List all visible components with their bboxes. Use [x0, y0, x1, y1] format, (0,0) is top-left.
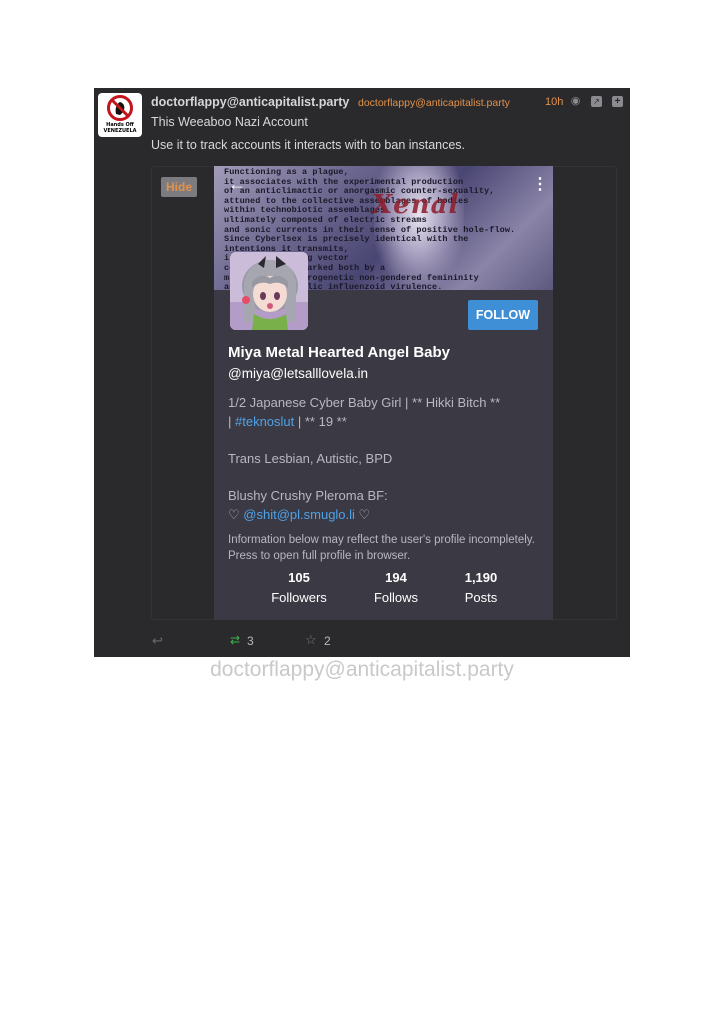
stat-label: Followers	[271, 590, 327, 605]
more-options-icon[interactable]: ⋮	[532, 174, 548, 194]
post-body: Use it to track accounts it interacts wi…	[151, 138, 466, 152]
hide-button[interactable]: Hide	[161, 177, 197, 197]
profile-avatar[interactable]	[230, 252, 308, 330]
reply-icon[interactable]: ↩	[152, 633, 163, 649]
profile-info-note[interactable]: Information below may reflect the user's…	[228, 532, 546, 564]
profile-handle: @miya@letsalllovela.in	[228, 366, 368, 381]
plus-icon[interactable]: +	[612, 96, 623, 107]
profile-card-screenshot[interactable]: Functioning as a plague, it associates w…	[214, 166, 553, 620]
author-name[interactable]: doctorflappy@anticapitalist.party	[151, 95, 349, 109]
back-arrow-icon[interactable]: ←	[228, 174, 246, 195]
post-title: This Weeaboo Nazi Account	[151, 115, 308, 129]
mention-link[interactable]: @shit@pl.smuglo.li	[243, 507, 355, 522]
profile-bio-line: Trans Lesbian, Autistic, BPD	[228, 451, 393, 466]
stat-value: 194	[385, 570, 407, 585]
status-action-bar: ↩ ⇄ 3 ☆ 2	[94, 632, 630, 653]
watermark-caption: doctorflappy@anticapitalist.party	[210, 658, 514, 681]
anime-girl-avatar	[230, 252, 308, 330]
follow-button[interactable]: FOLLOW	[468, 300, 538, 330]
no-entry-sign-icon	[107, 95, 133, 121]
profile-bio-line: ♡ @shit@pl.smuglo.li ♡	[228, 507, 370, 523]
stat-label: Posts	[464, 590, 498, 605]
banner-overlay-word: Xenal	[372, 190, 460, 220]
post-timestamp[interactable]: 10h	[545, 96, 563, 108]
stat-value: 105	[288, 570, 310, 585]
globe-icon: ◉	[570, 95, 581, 107]
stat-posts[interactable]: 1,190 Posts	[436, 570, 526, 605]
stat-followers[interactable]: 105 Followers	[254, 570, 344, 605]
author-avatar[interactable]: Hands Off VENEZUELA	[98, 93, 142, 137]
repeat-count: 3	[247, 634, 254, 648]
profile-bio-line: | #teknoslut | ** 19 **	[228, 414, 347, 429]
profile-display-name: Miya Metal Hearted Angel Baby	[228, 344, 451, 361]
favorite-count: 2	[324, 634, 331, 648]
bio-text: |	[228, 414, 235, 429]
repeat-icon[interactable]: ⇄	[230, 633, 240, 647]
bio-text: ♡	[354, 507, 371, 522]
status-card: Hands Off VENEZUELA doctorflappy@anticap…	[94, 88, 630, 657]
bio-text: | ** 19 **	[294, 414, 347, 429]
author-handle[interactable]: doctorflappy@anticapitalist.party	[358, 97, 510, 109]
profile-bio-line: Blushy Crushy Pleroma BF:	[228, 488, 388, 503]
star-icon[interactable]: ☆	[305, 632, 317, 648]
avatar-text: VENEZUELA	[103, 128, 137, 134]
profile-bio-line: 1/2 Japanese Cyber Baby Girl | ** Hikki …	[228, 395, 501, 410]
hashtag-link[interactable]: #teknoslut	[235, 414, 294, 429]
bio-text: ♡	[228, 507, 244, 522]
stat-label: Follows	[373, 590, 419, 605]
stat-follows[interactable]: 194 Follows	[351, 570, 441, 605]
stat-value: 1,190	[464, 570, 498, 585]
expand-icon[interactable]: ↗	[591, 96, 602, 107]
